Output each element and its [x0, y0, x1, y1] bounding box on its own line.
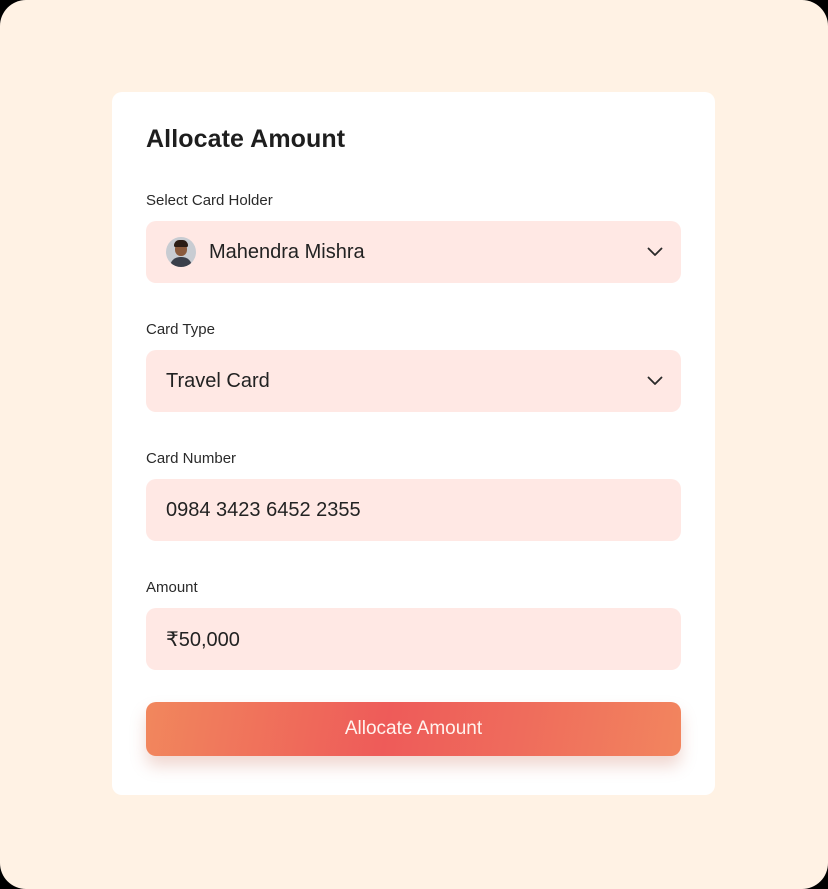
amount-field[interactable]: ₹50,000 — [146, 608, 681, 670]
card-holder-value: Mahendra Mishra — [209, 240, 365, 263]
card-holder-label: Select Card Holder — [146, 192, 273, 209]
allocate-amount-form: Allocate Amount Select Card Holder Mahen… — [112, 92, 715, 795]
card-type-label: Card Type — [146, 321, 215, 338]
avatar — [166, 237, 196, 267]
amount-label: Amount — [146, 579, 198, 596]
allocate-amount-button[interactable]: Allocate Amount — [146, 702, 681, 756]
page-background: Allocate Amount Select Card Holder Mahen… — [0, 0, 828, 889]
form-title: Allocate Amount — [146, 125, 346, 153]
chevron-down-icon — [647, 244, 663, 260]
card-type-select[interactable]: Travel Card — [146, 350, 681, 412]
card-number-field[interactable]: 0984 3423 6452 2355 — [146, 479, 681, 541]
chevron-down-icon — [647, 373, 663, 389]
card-number-value: 0984 3423 6452 2355 — [166, 498, 361, 521]
card-type-value: Travel Card — [166, 369, 270, 392]
card-number-label: Card Number — [146, 450, 237, 467]
amount-value: ₹50,000 — [166, 628, 240, 651]
card-holder-select[interactable]: Mahendra Mishra — [146, 221, 681, 283]
